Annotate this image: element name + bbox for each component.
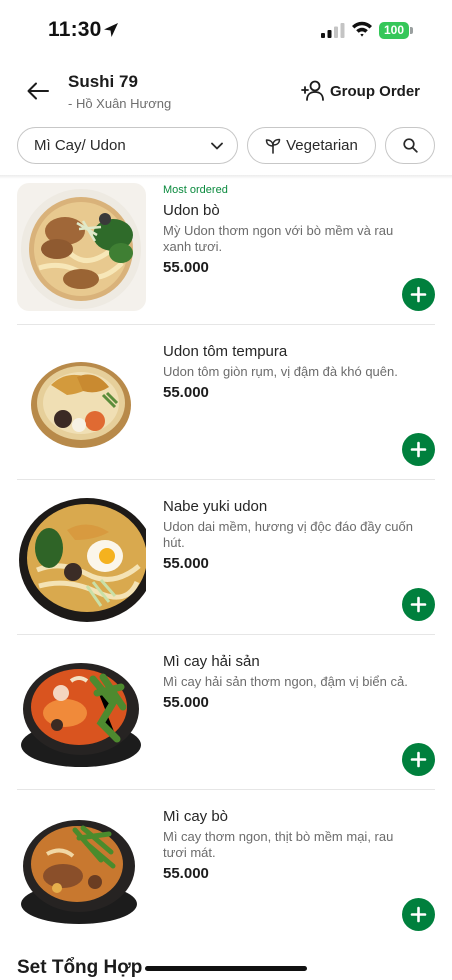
item-name: Mì cay bò	[163, 808, 229, 825]
most-ordered-badge: Most ordered	[163, 184, 228, 196]
add-to-cart-button[interactable]	[402, 898, 435, 931]
udon-bo-image	[17, 183, 146, 311]
add-to-cart-button[interactable]	[402, 743, 435, 776]
menu-item[interactable]: Nabe yuki udon Udon dai mềm, hương vị độ…	[0, 490, 452, 645]
add-to-cart-button[interactable]	[402, 278, 435, 311]
item-price: 55.000	[163, 694, 209, 711]
menu-item[interactable]: Most ordered Udon bò Mỳ Udon thơm ngon v…	[0, 180, 452, 335]
item-description: Udon dai mềm, hương vị độc đáo đầy cuốn …	[163, 519, 413, 550]
item-name: Mì cay hải sản	[163, 653, 260, 670]
plus-icon	[410, 441, 427, 458]
add-to-cart-button[interactable]	[402, 588, 435, 621]
nabe-yuki-udon-image	[17, 496, 146, 624]
section-title: Set Tổng Hợp	[17, 957, 143, 978]
item-description: Mì cay hải sản thơm ngon, đậm vị biển cả…	[163, 674, 408, 689]
mi-cay-bo-image	[17, 804, 146, 932]
item-description: Mỳ Udon thơm ngon với bò mềm và rau xanh…	[163, 223, 394, 254]
item-price: 55.000	[163, 384, 209, 401]
menu-item[interactable]: Mì cay hải sản Mì cay hải sản thơm ngon,…	[0, 645, 452, 800]
menu-item[interactable]: Udon tôm tempura Udon tôm giòn rụm, vị đ…	[0, 335, 452, 490]
menu-list: Most ordered Udon bò Mỳ Udon thơm ngon v…	[0, 0, 452, 980]
menu-item[interactable]: Mì cay bò Mì cay thơm ngon, thịt bò mềm …	[0, 800, 452, 955]
item-divider	[17, 634, 435, 635]
plus-icon	[410, 751, 427, 768]
item-divider	[17, 789, 435, 790]
item-divider	[17, 324, 435, 325]
mi-cay-hai-san-image	[17, 647, 146, 775]
item-name: Nabe yuki udon	[163, 498, 268, 515]
item-price: 55.000	[163, 865, 209, 882]
item-description: Mì cay thơm ngon, thịt bò mềm mại, rau t…	[163, 829, 394, 860]
item-description: Udon tôm giòn rụm, vị đậm đà khó quên.	[163, 364, 398, 379]
plus-icon	[410, 286, 427, 303]
plus-icon	[410, 596, 427, 613]
item-name: Udon bò	[163, 202, 220, 219]
plus-icon	[410, 906, 427, 923]
add-to-cart-button[interactable]	[402, 433, 435, 466]
udon-tom-tempura-image	[17, 337, 146, 465]
item-price: 55.000	[163, 259, 209, 276]
item-price: 55.000	[163, 555, 209, 572]
item-divider	[17, 479, 435, 480]
home-indicator[interactable]	[145, 966, 307, 971]
item-name: Udon tôm tempura	[163, 343, 288, 360]
